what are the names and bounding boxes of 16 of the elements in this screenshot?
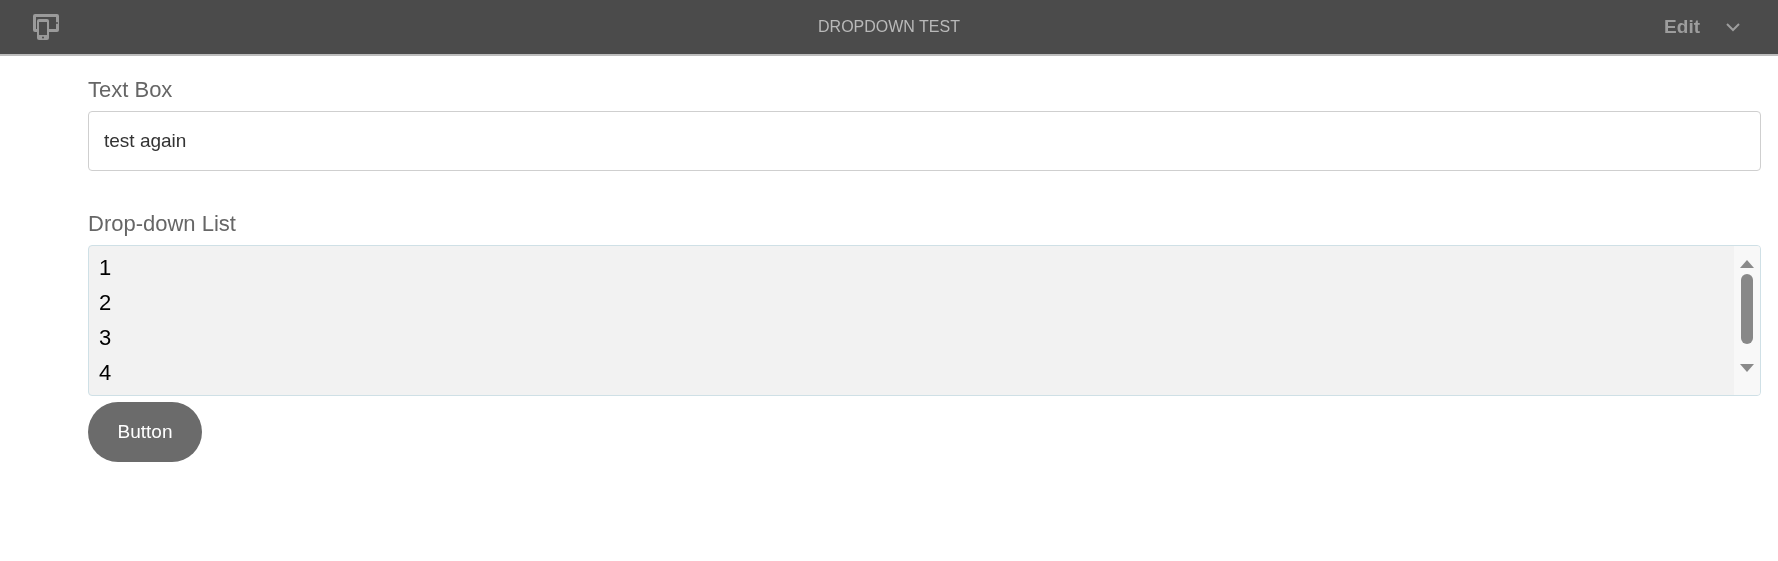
list-box[interactable]: 1 2 3 4 <box>88 245 1761 396</box>
scroll-down-icon[interactable] <box>1740 364 1754 372</box>
field-label: Drop-down List <box>88 212 236 236</box>
list-option[interactable]: 1 <box>99 255 112 290</box>
submit-button[interactable]: Button <box>88 402 202 462</box>
list-option[interactable]: 2 <box>99 290 112 325</box>
chevron-down-icon[interactable] <box>1726 22 1740 32</box>
scroll-up-icon[interactable] <box>1740 260 1754 268</box>
scroll-thumb[interactable] <box>1741 274 1753 344</box>
text-input[interactable]: test again <box>88 111 1761 171</box>
list-option[interactable]: 3 <box>99 325 112 360</box>
field-label: Text Box <box>88 78 173 102</box>
devices-icon[interactable] <box>33 14 60 40</box>
list-option[interactable]: 4 <box>99 360 112 395</box>
page-title: DROPDOWN TEST <box>818 17 960 37</box>
scrollbar[interactable] <box>1734 246 1760 395</box>
